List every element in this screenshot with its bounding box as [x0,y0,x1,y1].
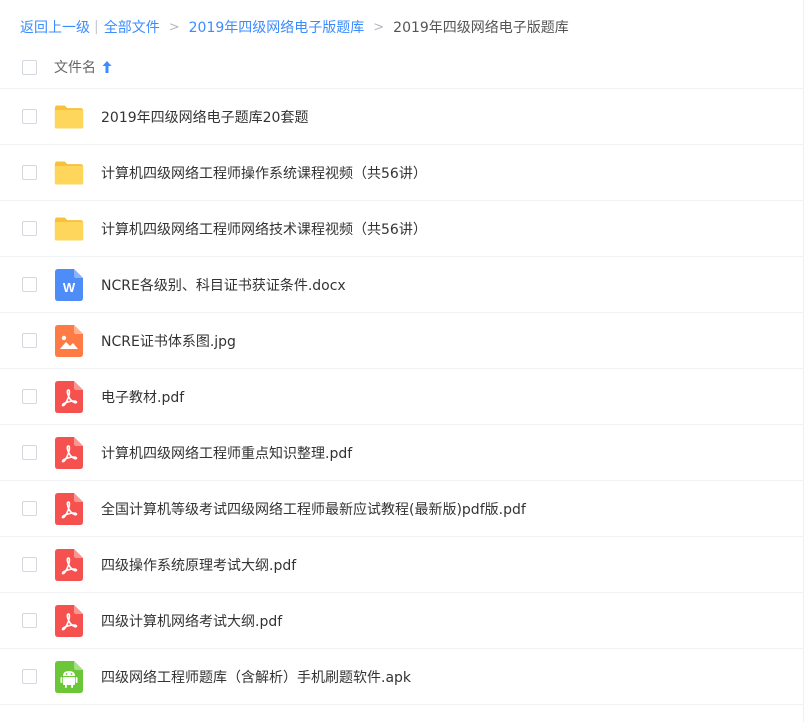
breadcrumb-separator: > [168,19,180,35]
file-name[interactable]: NCRE证书体系图.jpg [101,331,236,351]
file-row[interactable]: W NCRE各级别、科目证书获证条件.docx [0,257,803,313]
row-checkbox[interactable] [22,613,37,628]
file-name[interactable]: 四级网络工程师题库（含解析）手机刷题软件.apk [101,667,411,687]
row-checkbox[interactable] [22,165,37,180]
all-files-link[interactable]: 全部文件 [104,17,160,37]
pdf-icon [54,548,84,581]
folder-icon [54,102,84,132]
row-checkbox[interactable] [22,109,37,124]
row-checkbox[interactable] [22,445,37,460]
file-name[interactable]: NCRE各级别、科目证书获证条件.docx [101,275,346,295]
image-icon [54,324,84,357]
filename-column-header[interactable]: 文件名 [54,57,96,77]
pdf-icon [54,604,84,637]
row-checkbox[interactable] [22,669,37,684]
select-all-checkbox[interactable] [22,59,37,75]
breadcrumb: 返回上一级 | 全部文件 > 2019年四级网络电子版题库 > 2019年四级网… [0,0,803,54]
breadcrumb-separator: > [373,19,385,35]
pdf-icon [54,492,84,525]
row-checkbox[interactable] [22,277,37,292]
file-row[interactable]: 2019年四级网络电子题库20套题 [0,89,803,145]
file-name[interactable]: 2019年四级网络电子题库20套题 [101,107,308,127]
file-row[interactable]: 计算机四级网络工程师网络技术课程视频（共56讲） [0,201,803,257]
file-row[interactable]: 四级计算机网络考试大纲.pdf [0,593,803,649]
file-name[interactable]: 电子教材.pdf [101,387,184,407]
file-list: 2019年四级网络电子题库20套题 计算机四级网络工程师操作系统课程视频（共56… [0,89,803,705]
list-header: 文件名 [0,54,803,89]
file-row[interactable]: 计算机四级网络工程师操作系统课程视频（共56讲） [0,145,803,201]
android-icon [54,660,84,693]
row-checkbox[interactable] [22,333,37,348]
row-checkbox[interactable] [22,557,37,572]
file-row[interactable]: 电子教材.pdf [0,369,803,425]
file-row[interactable]: 四级操作系统原理考试大纲.pdf [0,537,803,593]
file-browser: 返回上一级 | 全部文件 > 2019年四级网络电子版题库 > 2019年四级网… [0,0,804,722]
file-row[interactable]: 计算机四级网络工程师重点知识整理.pdf [0,425,803,481]
pdf-icon [54,380,84,413]
row-checkbox[interactable] [22,221,37,236]
file-name[interactable]: 计算机四级网络工程师重点知识整理.pdf [101,443,352,463]
svg-text:W: W [63,280,76,295]
file-name[interactable]: 四级操作系统原理考试大纲.pdf [101,555,296,575]
file-name[interactable]: 全国计算机等级考试四级网络工程师最新应试教程(最新版)pdf版.pdf [101,499,526,519]
pdf-icon [54,436,84,469]
folder-icon [54,158,84,188]
breadcrumb-divider: | [94,19,99,35]
file-name[interactable]: 四级计算机网络考试大纲.pdf [101,611,282,631]
file-name[interactable]: 计算机四级网络工程师网络技术课程视频（共56讲） [101,219,427,239]
sort-ascending-icon[interactable] [101,60,113,74]
word-icon: W [54,268,84,301]
file-name[interactable]: 计算机四级网络工程师操作系统课程视频（共56讲） [101,163,427,183]
folder-icon [54,214,84,244]
row-checkbox[interactable] [22,389,37,404]
file-row[interactable]: 四级网络工程师题库（含解析）手机刷题软件.apk [0,649,803,705]
file-row[interactable]: NCRE证书体系图.jpg [0,313,803,369]
file-row[interactable]: 全国计算机等级考试四级网络工程师最新应试教程(最新版)pdf版.pdf [0,481,803,537]
breadcrumb-current: 2019年四级网络电子版题库 [393,20,569,36]
back-link[interactable]: 返回上一级 [20,17,90,37]
row-checkbox[interactable] [22,501,37,516]
folder-link[interactable]: 2019年四级网络电子版题库 [189,17,365,37]
